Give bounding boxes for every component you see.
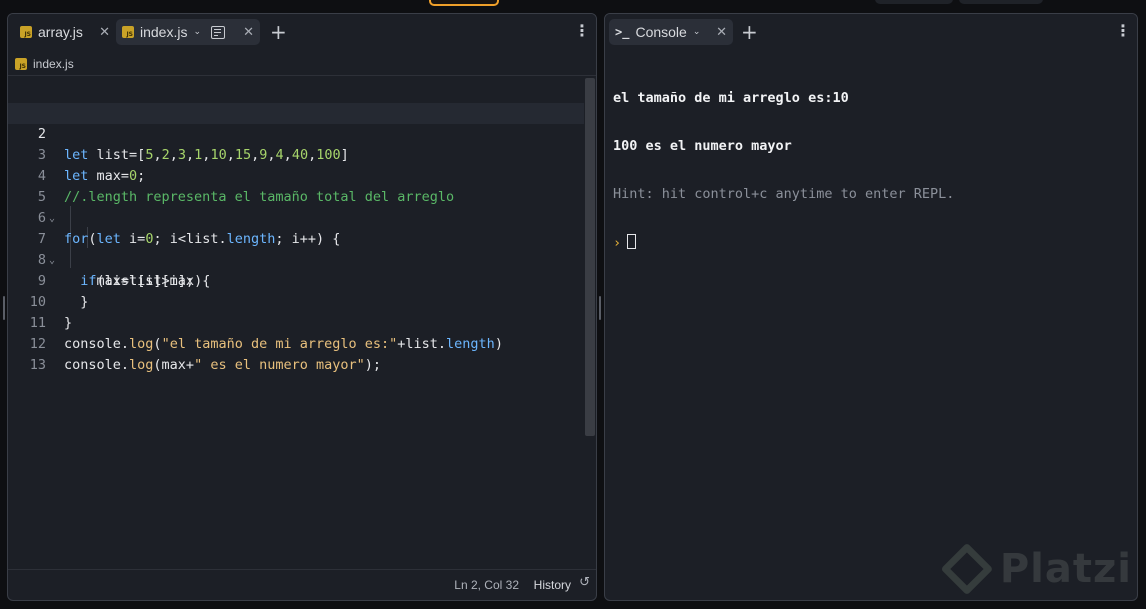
more-options-icon[interactable]: ⋮	[574, 21, 590, 40]
tab-index-js[interactable]: JS index.js ⌄ ✕	[116, 19, 260, 45]
watermark-logo: Platzi	[942, 536, 1132, 602]
tab-label: Console	[635, 24, 687, 40]
js-file-icon: JS	[20, 26, 32, 38]
tab-label: array.js	[38, 24, 83, 40]
add-tab-icon[interactable]: +	[741, 20, 758, 44]
editor-pane: JS array.js ✕ JS index.js ⌄ ✕ + ⋮ JS ind…	[7, 13, 597, 601]
code-line[interactable]: 1	[8, 82, 584, 121]
document-outline-icon[interactable]	[211, 25, 226, 39]
text-cursor	[627, 234, 637, 249]
status-bar: Ln 2, Col 32 History ↺	[8, 569, 596, 600]
close-icon[interactable]: ✕	[243, 25, 254, 40]
code-line[interactable]: 3 let max=0;	[8, 124, 584, 184]
more-options-icon[interactable]: ⋮	[1115, 21, 1131, 40]
console-output[interactable]: el tamaño de mi arreglo es:10 100 es el …	[613, 58, 954, 283]
console-line: 100 es el numero mayor	[613, 138, 792, 154]
code-line[interactable]: 7 ⌄ if(list[i]>max){	[8, 208, 584, 289]
chevron-down-icon[interactable]: ⌄	[193, 27, 201, 37]
run-button[interactable]	[429, 0, 499, 6]
vertical-scrollbar[interactable]	[585, 78, 595, 436]
top-button-1[interactable]	[875, 0, 953, 4]
history-button[interactable]: History	[534, 578, 571, 592]
prompt-arrow-icon: ›	[613, 235, 622, 251]
platzi-logo-icon	[942, 544, 992, 594]
top-button-2[interactable]	[959, 0, 1043, 4]
chevron-down-icon[interactable]: ⌄	[693, 27, 701, 37]
code-text: console.log(max+" es el numero mayor");	[64, 357, 382, 373]
cursor-position[interactable]: Ln 2, Col 32	[454, 578, 519, 592]
js-file-icon: JS	[122, 26, 134, 38]
code-line[interactable]: 4 //.length representa el tamaño total d…	[8, 145, 584, 205]
js-file-icon: JS	[15, 58, 27, 70]
editor-tab-bar: JS array.js ✕ JS index.js ⌄ ✕ + ⋮	[8, 14, 596, 48]
resize-handle-left[interactable]	[3, 296, 5, 320]
history-icon[interactable]: ↺	[579, 575, 590, 590]
tab-console[interactable]: >_ Console ⌄ ✕	[609, 19, 733, 45]
console-tab-bar: >_ Console ⌄ ✕ + ⋮	[605, 14, 1137, 48]
code-line[interactable]: 12 console.log(max+" es el numero mayor"…	[8, 313, 584, 373]
code-editor[interactable]: 1 2 let list=[5,2,3,1,10,15,9,4,40,100] …	[8, 82, 596, 582]
code-line[interactable]: 2 let list=[5,2,3,1,10,15,9,4,40,100]	[8, 103, 584, 163]
console-line: el tamaño de mi arreglo es:10	[613, 90, 849, 106]
code-line[interactable]: 11 console.log("el tamaño de mi arreglo …	[8, 292, 584, 352]
code-line[interactable]: 8 max=list[i];	[8, 229, 584, 289]
terminal-icon: >_	[615, 25, 630, 39]
breadcrumb-file[interactable]: index.js	[33, 57, 74, 71]
code-line[interactable]: 9 }	[8, 250, 584, 310]
add-tab-icon[interactable]: +	[270, 20, 287, 44]
tab-array-js[interactable]: JS array.js ✕	[14, 19, 114, 45]
tab-label: index.js	[140, 24, 188, 40]
breadcrumb: JS index.js	[8, 53, 596, 76]
code-line[interactable]: 5 ⌄ for(let i=0; i<list.length; i++) {	[8, 166, 584, 247]
console-prompt[interactable]: ›	[613, 234, 954, 251]
resize-handle-middle[interactable]	[599, 296, 601, 320]
code-line[interactable]: 13	[8, 334, 584, 373]
close-icon[interactable]: ✕	[716, 25, 727, 40]
watermark-text: Platzi	[999, 546, 1132, 592]
code-line[interactable]: 6	[8, 187, 584, 226]
console-pane: >_ Console ⌄ ✕ + ⋮ el tamaño de mi arreg…	[604, 13, 1138, 601]
close-icon[interactable]: ✕	[99, 25, 110, 40]
console-hint: Hint: hit control+c anytime to enter REP…	[613, 186, 955, 202]
code-line[interactable]: 10 }	[8, 271, 584, 331]
